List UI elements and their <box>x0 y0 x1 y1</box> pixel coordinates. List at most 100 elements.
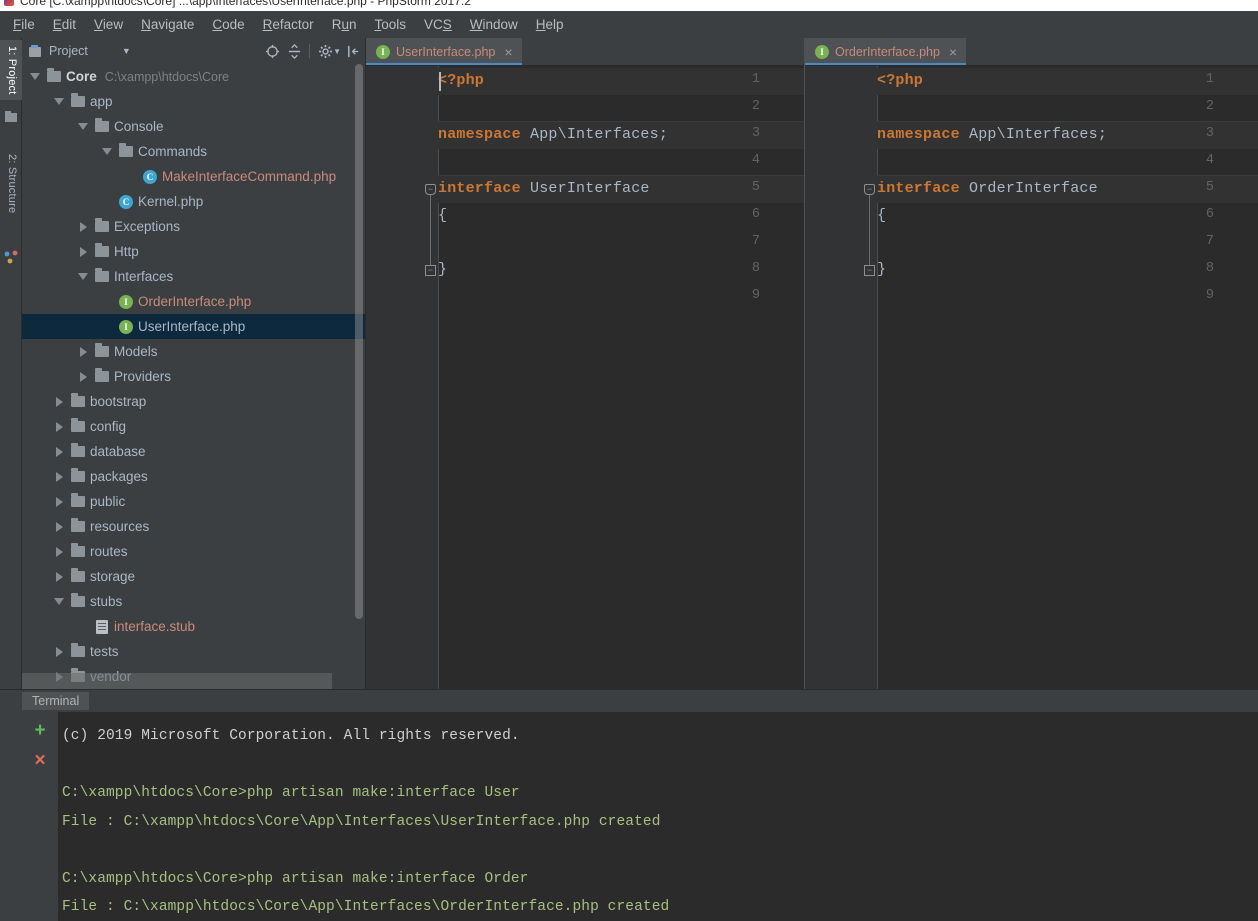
collapse-all-icon[interactable] <box>284 41 304 61</box>
tree-node-database[interactable]: database <box>22 439 365 464</box>
tree-node-config[interactable]: config <box>22 414 365 439</box>
tree-node-makeinterfacecommand-php[interactable]: CMakeInterfaceCommand.php <box>22 164 365 189</box>
class-icon: C <box>140 170 160 184</box>
chevron-down-icon <box>78 273 88 280</box>
gear-dropdown-arrow-icon[interactable]: ▼ <box>333 47 341 56</box>
project-tree-scrollbar[interactable] <box>355 64 363 619</box>
twisty-collapsed-icon[interactable] <box>50 389 68 414</box>
tree-node-public[interactable]: public <box>22 489 365 514</box>
twisty-expanded-icon[interactable] <box>74 114 92 139</box>
tree-node-label: Commands <box>138 144 207 159</box>
twisty-expanded-icon[interactable] <box>50 89 68 114</box>
tree-node-orderinterface-php[interactable]: IOrderInterface.php <box>22 289 365 314</box>
project-tree-horizontal-scrollbar[interactable] <box>22 673 332 689</box>
code-fold-collapse-icon[interactable]: − <box>864 184 875 195</box>
tree-node-app[interactable]: app <box>22 89 365 114</box>
tree-node-stubs[interactable]: stubs <box>22 589 365 614</box>
terminal-console-output[interactable]: (c) 2019 Microsoft Corporation. All righ… <box>58 712 1258 921</box>
close-icon[interactable]: × <box>949 45 957 59</box>
twisty-collapsed-icon[interactable] <box>50 564 68 589</box>
gutter-right[interactable] <box>805 66 877 689</box>
menu-item-refactor[interactable]: Refactor <box>254 14 323 35</box>
line-number: 5 <box>1184 180 1214 195</box>
menu-mnemonic: C <box>212 17 222 32</box>
folder-glyph <box>71 646 85 657</box>
folder-icon <box>68 646 88 657</box>
terminal-toolbar: + × <box>22 712 58 921</box>
twisty-collapsed-icon[interactable] <box>74 239 92 264</box>
menu-item-window[interactable]: Window <box>461 14 527 35</box>
twisty-collapsed-icon[interactable] <box>50 489 68 514</box>
menu-item-help[interactable]: Help <box>527 14 573 35</box>
terminal-line: C:\xampp\htdocs\Core>php artisan make:in… <box>62 779 1258 808</box>
tab-terminal[interactable]: Terminal <box>22 692 89 710</box>
tree-node-resources[interactable]: resources <box>22 514 365 539</box>
folder-icon <box>44 71 64 82</box>
code-editor-right[interactable]: 123456789<?phpnamespace App\Interfaces;i… <box>805 66 1258 689</box>
code-token: namespace <box>877 126 969 143</box>
tree-node-bootstrap[interactable]: bootstrap <box>22 389 365 414</box>
gutter-left[interactable] <box>366 66 438 689</box>
menu-item-navigate[interactable]: Navigate <box>132 14 203 35</box>
menu-mnemonic: R <box>263 17 273 32</box>
sidebar-item-project[interactable]: 1: Project <box>0 40 22 100</box>
twisty-expanded-icon[interactable] <box>74 264 92 289</box>
tree-node-interface-stub[interactable]: interface.stub <box>22 614 365 639</box>
tree-node-routes[interactable]: routes <box>22 539 365 564</box>
folder-icon <box>92 346 112 357</box>
twisty-expanded-icon[interactable] <box>98 139 116 164</box>
twisty-collapsed-icon[interactable] <box>50 464 68 489</box>
tree-node-tests[interactable]: tests <box>22 639 365 664</box>
tab-orderinterface-php[interactable]: I OrderInterface.php × <box>805 38 966 65</box>
tree-node-userinterface-php[interactable]: IUserInterface.php <box>22 314 365 339</box>
settings-gear-icon[interactable] <box>315 41 335 61</box>
tree-node-kernel-php[interactable]: CKernel.php <box>22 189 365 214</box>
menu-item-file[interactable]: File <box>4 14 44 35</box>
twisty-expanded-icon[interactable] <box>26 64 44 89</box>
twisty-collapsed-icon[interactable] <box>74 214 92 239</box>
menu-item-run[interactable]: Run <box>323 14 366 35</box>
code-fold-collapse-icon[interactable]: − <box>425 184 436 195</box>
tree-node-providers[interactable]: Providers <box>22 364 365 389</box>
interface-icon: I <box>815 45 829 59</box>
close-icon[interactable]: × <box>504 45 512 59</box>
tree-node-console[interactable]: Console <box>22 114 365 139</box>
twisty-expanded-icon[interactable] <box>50 589 68 614</box>
project-icon <box>4 110 18 124</box>
tree-node-core[interactable]: CoreC:\xampp\htdocs\Core <box>22 64 365 89</box>
chevron-down-icon[interactable]: ▼ <box>122 46 131 56</box>
folder-icon <box>68 546 88 557</box>
hide-panel-icon[interactable] <box>343 41 363 61</box>
twisty-collapsed-icon[interactable] <box>50 439 68 464</box>
menu-item-view[interactable]: View <box>85 14 132 35</box>
twisty-collapsed-icon[interactable] <box>74 364 92 389</box>
menu-item-edit[interactable]: Edit <box>44 14 85 35</box>
twisty-collapsed-icon[interactable] <box>50 414 68 439</box>
tree-node-http[interactable]: Http <box>22 239 365 264</box>
locate-target-icon[interactable] <box>262 41 282 61</box>
menu-item-tools[interactable]: Tools <box>365 14 415 35</box>
tree-node-exceptions[interactable]: Exceptions <box>22 214 365 239</box>
editor-tab-bar-right: I OrderInterface.php × <box>805 38 1258 66</box>
tree-node-commands[interactable]: Commands <box>22 139 365 164</box>
code-fold-end-icon[interactable]: − <box>425 265 436 276</box>
tree-node-models[interactable]: Models <box>22 339 365 364</box>
twisty-collapsed-icon[interactable] <box>50 639 68 664</box>
close-session-button[interactable]: × <box>28 748 52 772</box>
code-editor-left[interactable]: ✔ 123456789<?phpnamespace App\Interfaces… <box>366 66 804 689</box>
code-fold-end-icon[interactable]: − <box>864 265 875 276</box>
tree-node-storage[interactable]: storage <box>22 564 365 589</box>
folder-icon <box>116 146 136 157</box>
new-session-button[interactable]: + <box>28 718 52 742</box>
twisty-collapsed-icon[interactable] <box>50 539 68 564</box>
project-tree-scroll-area[interactable]: CoreC:\xampp\htdocs\CoreappConsole Comman… <box>22 64 365 689</box>
tree-node-interfaces[interactable]: Interfaces <box>22 264 365 289</box>
menu-item-code[interactable]: Code <box>203 14 253 35</box>
tree-node-packages[interactable]: packages <box>22 464 365 489</box>
twisty-collapsed-icon[interactable] <box>74 339 92 364</box>
menu-mnemonic: F <box>13 17 21 32</box>
twisty-collapsed-icon[interactable] <box>50 514 68 539</box>
sidebar-item-structure[interactable]: 2: Structure <box>0 148 22 219</box>
menu-item-vcs[interactable]: VCS <box>415 14 461 35</box>
tab-userinterface-php[interactable]: I UserInterface.php × <box>366 38 522 65</box>
